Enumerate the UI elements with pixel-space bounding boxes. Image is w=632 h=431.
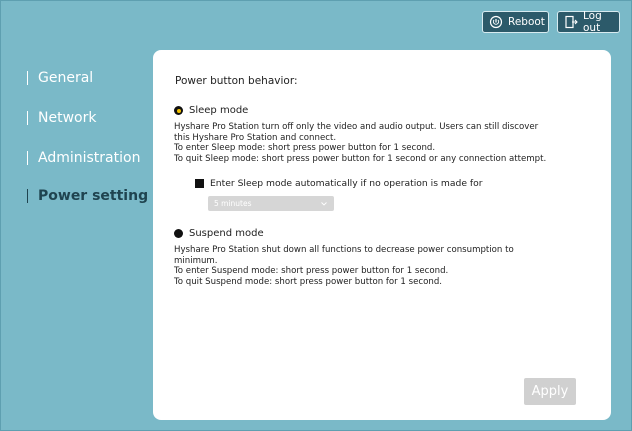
nav-divider: [27, 71, 28, 85]
description-line: To quit Sleep mode: short press power bu…: [174, 153, 547, 164]
radio-unselected-icon: [174, 229, 183, 238]
logout-label: Log out: [583, 10, 602, 34]
chevron-down-icon: [321, 199, 327, 208]
nav-divider: [27, 189, 28, 203]
sleep-mode-description: Hyshare Pro Station turn off only the vi…: [174, 122, 574, 164]
suspend-mode-label: Suspend mode: [189, 228, 264, 239]
sidebar-item-network[interactable]: Network: [27, 110, 96, 126]
sleep-mode-radio[interactable]: Sleep mode: [174, 105, 248, 116]
sidebar-item-label: Administration: [38, 150, 141, 166]
sidebar-item-general[interactable]: General: [27, 70, 93, 86]
auto-sleep-label: Enter Sleep mode automatically if no ope…: [210, 178, 483, 189]
sidebar-item-label: General: [38, 70, 94, 86]
reboot-label: Reboot: [508, 16, 545, 28]
description-line: minimum.: [174, 255, 218, 266]
suspend-mode-radio[interactable]: Suspend mode: [174, 228, 264, 239]
settings-panel: Power button behavior: Sleep mode Hyshar…: [153, 50, 611, 420]
description-line: To quit Suspend mode: short press power …: [174, 276, 443, 287]
page-title: Power button behavior:: [175, 75, 298, 87]
app-window: Reboot Log out General Network Administr…: [0, 0, 632, 431]
sidebar-item-administration[interactable]: Administration: [27, 150, 140, 166]
sleep-timeout-select[interactable]: 5 minutes: [208, 196, 334, 211]
description-line: Hyshare Pro Station shut down all functi…: [174, 245, 514, 255]
logout-button[interactable]: Log out: [557, 10, 620, 34]
reboot-button[interactable]: Reboot: [482, 11, 549, 33]
checkbox-checked-icon: [195, 179, 204, 188]
description-line: this Hyshare Pro Station and connect.: [174, 132, 337, 143]
description-line: To enter Suspend mode: short press power…: [174, 266, 449, 277]
suspend-mode-description: Hyshare Pro Station shut down all functi…: [174, 245, 574, 287]
sidebar-item-power-setting[interactable]: Power setting: [27, 188, 148, 204]
nav-divider: [27, 111, 28, 125]
auto-sleep-checkbox[interactable]: Enter Sleep mode automatically if no ope…: [195, 178, 483, 189]
radio-selected-icon: [174, 106, 183, 115]
nav-divider: [27, 151, 28, 165]
sidebar-item-label: Network: [38, 110, 97, 126]
logout-door-icon: [564, 15, 578, 29]
power-cycle-icon: [489, 15, 503, 29]
description-line: Hyshare Pro Station turn off only the vi…: [174, 122, 539, 132]
description-line: To enter Sleep mode: short press power b…: [174, 143, 436, 154]
apply-button[interactable]: Apply: [524, 378, 576, 405]
sidebar-item-label: Power setting: [38, 188, 149, 204]
timeout-value: 5 minutes: [214, 199, 252, 208]
sleep-mode-label: Sleep mode: [189, 105, 249, 116]
